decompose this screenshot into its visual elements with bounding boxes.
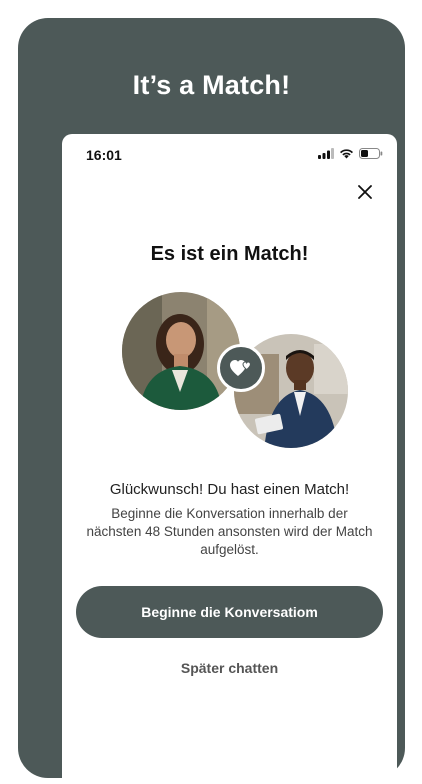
wifi-icon bbox=[340, 149, 353, 159]
close-button[interactable] bbox=[353, 180, 377, 204]
match-heading: Es ist ein Match! bbox=[150, 243, 309, 265]
match-badge bbox=[217, 344, 265, 392]
start-conversation-button[interactable]: Beginne die Konversatiom bbox=[76, 586, 383, 638]
promo-title: It’s a Match! bbox=[132, 70, 291, 100]
status-icons bbox=[318, 148, 383, 159]
close-icon bbox=[358, 185, 372, 199]
hearts-icon bbox=[230, 360, 251, 376]
congrats-text: Glückwunsch! Du hast einen Match! bbox=[109, 481, 350, 498]
status-bar: 16:01 bbox=[62, 134, 397, 174]
phone-screen: 16:01 Es ist ein Match! Glückwunsch! Du … bbox=[62, 134, 397, 784]
status-time: 16:01 bbox=[86, 147, 122, 163]
description-text: Beginne die Konversation innerhalb der n… bbox=[86, 506, 373, 557]
chat-later-link[interactable]: Später chatten bbox=[62, 660, 397, 676]
battery-icon bbox=[359, 148, 383, 159]
promo-frame: It’s a Match! 16:01 Es ist ein Match! Gl… bbox=[18, 18, 405, 784]
cellular-signal-icon bbox=[318, 148, 334, 159]
